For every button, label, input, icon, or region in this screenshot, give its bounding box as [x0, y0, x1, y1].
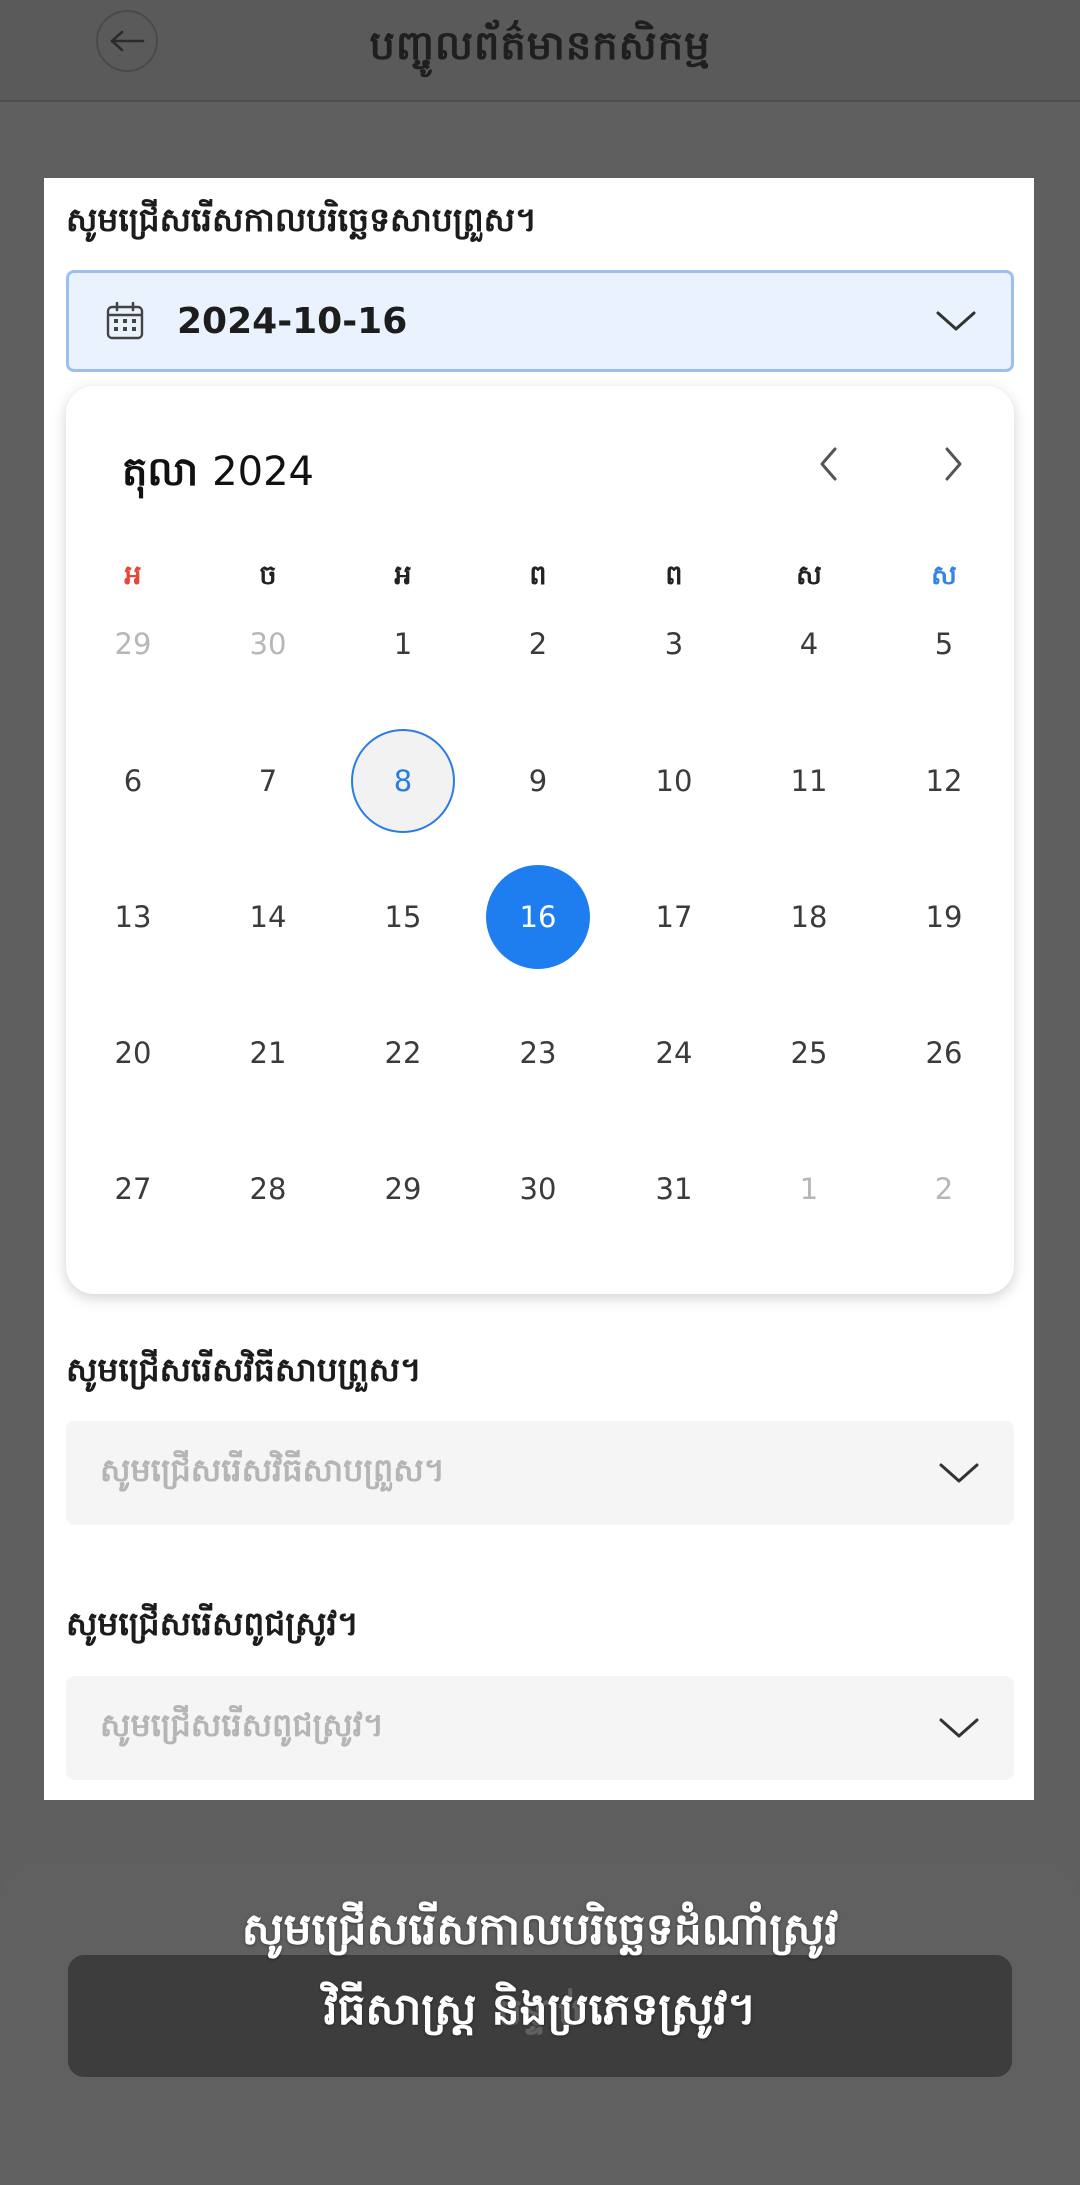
page-title: បញ្ចូលព័ត៌មានកសិកម្ម [369, 23, 711, 69]
toast-line-2: វិធីសាស្ត្រ និងប្រភេទស្រូវ។ [323, 1984, 757, 2035]
chevron-down-icon [935, 309, 977, 333]
month-year-label: តុលា 2024 [122, 446, 314, 505]
year-label: 2024 [212, 449, 314, 495]
method-select[interactable]: សូមជ្រើសរើសវិធីសាបព្រួស។ [66, 1421, 1014, 1525]
calendar-day[interactable]: 26 [892, 1001, 996, 1105]
calendar-day[interactable]: 5 [892, 592, 996, 696]
calendar-day[interactable]: 23 [486, 1001, 590, 1105]
calendar-day[interactable]: 7 [216, 729, 320, 833]
calendar-day[interactable]: 2 [892, 1137, 996, 1241]
calendar-day[interactable]: 1 [351, 592, 455, 696]
calendar-popup: តុលា 2024 អចអពពសស 29 30 1 2 3 4 5 6 7 8 9 10 11 12 13 14… [66, 386, 1014, 1294]
calendar-day[interactable]: 28 [216, 1137, 320, 1241]
calendar-icon [105, 301, 145, 341]
calendar-day[interactable]: 11 [757, 729, 861, 833]
toast-line-1: សូមជ្រើសរើសកាលបរិច្ឆេទដំណាំស្រូវ [241, 1904, 839, 1955]
calendar-day[interactable]: 24 [622, 1001, 726, 1105]
calendar-day[interactable]: 30 [486, 1137, 590, 1241]
calendar-day[interactable]: 27 [81, 1137, 185, 1241]
method-placeholder: សូមជ្រើសរើសវិធីសាបព្រួស។ [100, 1450, 445, 1489]
calendar-day[interactable]: 19 [892, 865, 996, 969]
prev-month-button[interactable] [808, 444, 848, 484]
calendar-day[interactable]: 31 [622, 1137, 726, 1241]
chevron-left-icon [820, 447, 837, 481]
sowing-date-label: សូមជ្រើសរើសកាលបរិច្ឆេទសាបព្រួស។ [66, 200, 537, 239]
calendar-day[interactable]: 6 [81, 729, 185, 833]
calendar-day[interactable]: 20 [81, 1001, 185, 1105]
calendar-day[interactable]: 29 [351, 1137, 455, 1241]
calendar-day[interactable]: 30 [216, 592, 320, 696]
calendar-day[interactable]: 12 [892, 729, 996, 833]
calendar-day[interactable]: 25 [757, 1001, 861, 1105]
calendar-day-today[interactable]: 8 [351, 729, 455, 833]
calendar-day[interactable]: 17 [622, 865, 726, 969]
seed-select[interactable]: សូមជ្រើសរើសពូជស្រូវ។ [66, 1676, 1014, 1780]
calendar-day[interactable]: 15 [351, 865, 455, 969]
calendar-day[interactable]: 9 [486, 729, 590, 833]
calendar-day[interactable]: 18 [757, 865, 861, 969]
seed-placeholder: សូមជ្រើសរើសពូជស្រូវ។ [100, 1705, 384, 1744]
form-card: សូមជ្រើសរើសកាលបរិច្ឆេទសាបព្រួស។ 2024-10-… [44, 178, 1034, 1800]
method-label: សូមជ្រើសរើសវិធីសាបព្រួស។ [66, 1350, 422, 1389]
chevron-down-icon [938, 1461, 980, 1485]
month-label: តុលា [122, 449, 199, 495]
next-month-button[interactable] [934, 444, 974, 484]
calendar-day[interactable]: 22 [351, 1001, 455, 1105]
calendar-day[interactable]: 3 [622, 592, 726, 696]
seed-label: សូមជ្រើសរើសពូជស្រូវ។ [66, 1604, 359, 1643]
date-value: 2024-10-16 [177, 300, 408, 342]
calendar-day[interactable]: 2 [486, 592, 590, 696]
chevron-right-icon [945, 447, 962, 481]
calendar-day[interactable]: 1 [757, 1137, 861, 1241]
calendar-day-selected[interactable]: 16 [486, 865, 590, 969]
calendar-day[interactable]: 10 [622, 729, 726, 833]
chevron-down-icon [938, 1716, 980, 1740]
calendar-day[interactable]: 21 [216, 1001, 320, 1105]
toast-message: សូមជ្រើសរើសកាលបរិច្ឆេទដំណាំស្រូវ វិធីសាស… [0, 1890, 1080, 2050]
calendar-day[interactable]: 13 [81, 865, 185, 969]
app-header: បញ្ចូលព័ត៌មានកសិកម្ម [0, 0, 1080, 102]
calendar-day[interactable]: 4 [757, 592, 861, 696]
date-picker-field[interactable]: 2024-10-16 [66, 270, 1014, 372]
calendar-day[interactable]: 14 [216, 865, 320, 969]
calendar-day[interactable]: 29 [81, 592, 185, 696]
